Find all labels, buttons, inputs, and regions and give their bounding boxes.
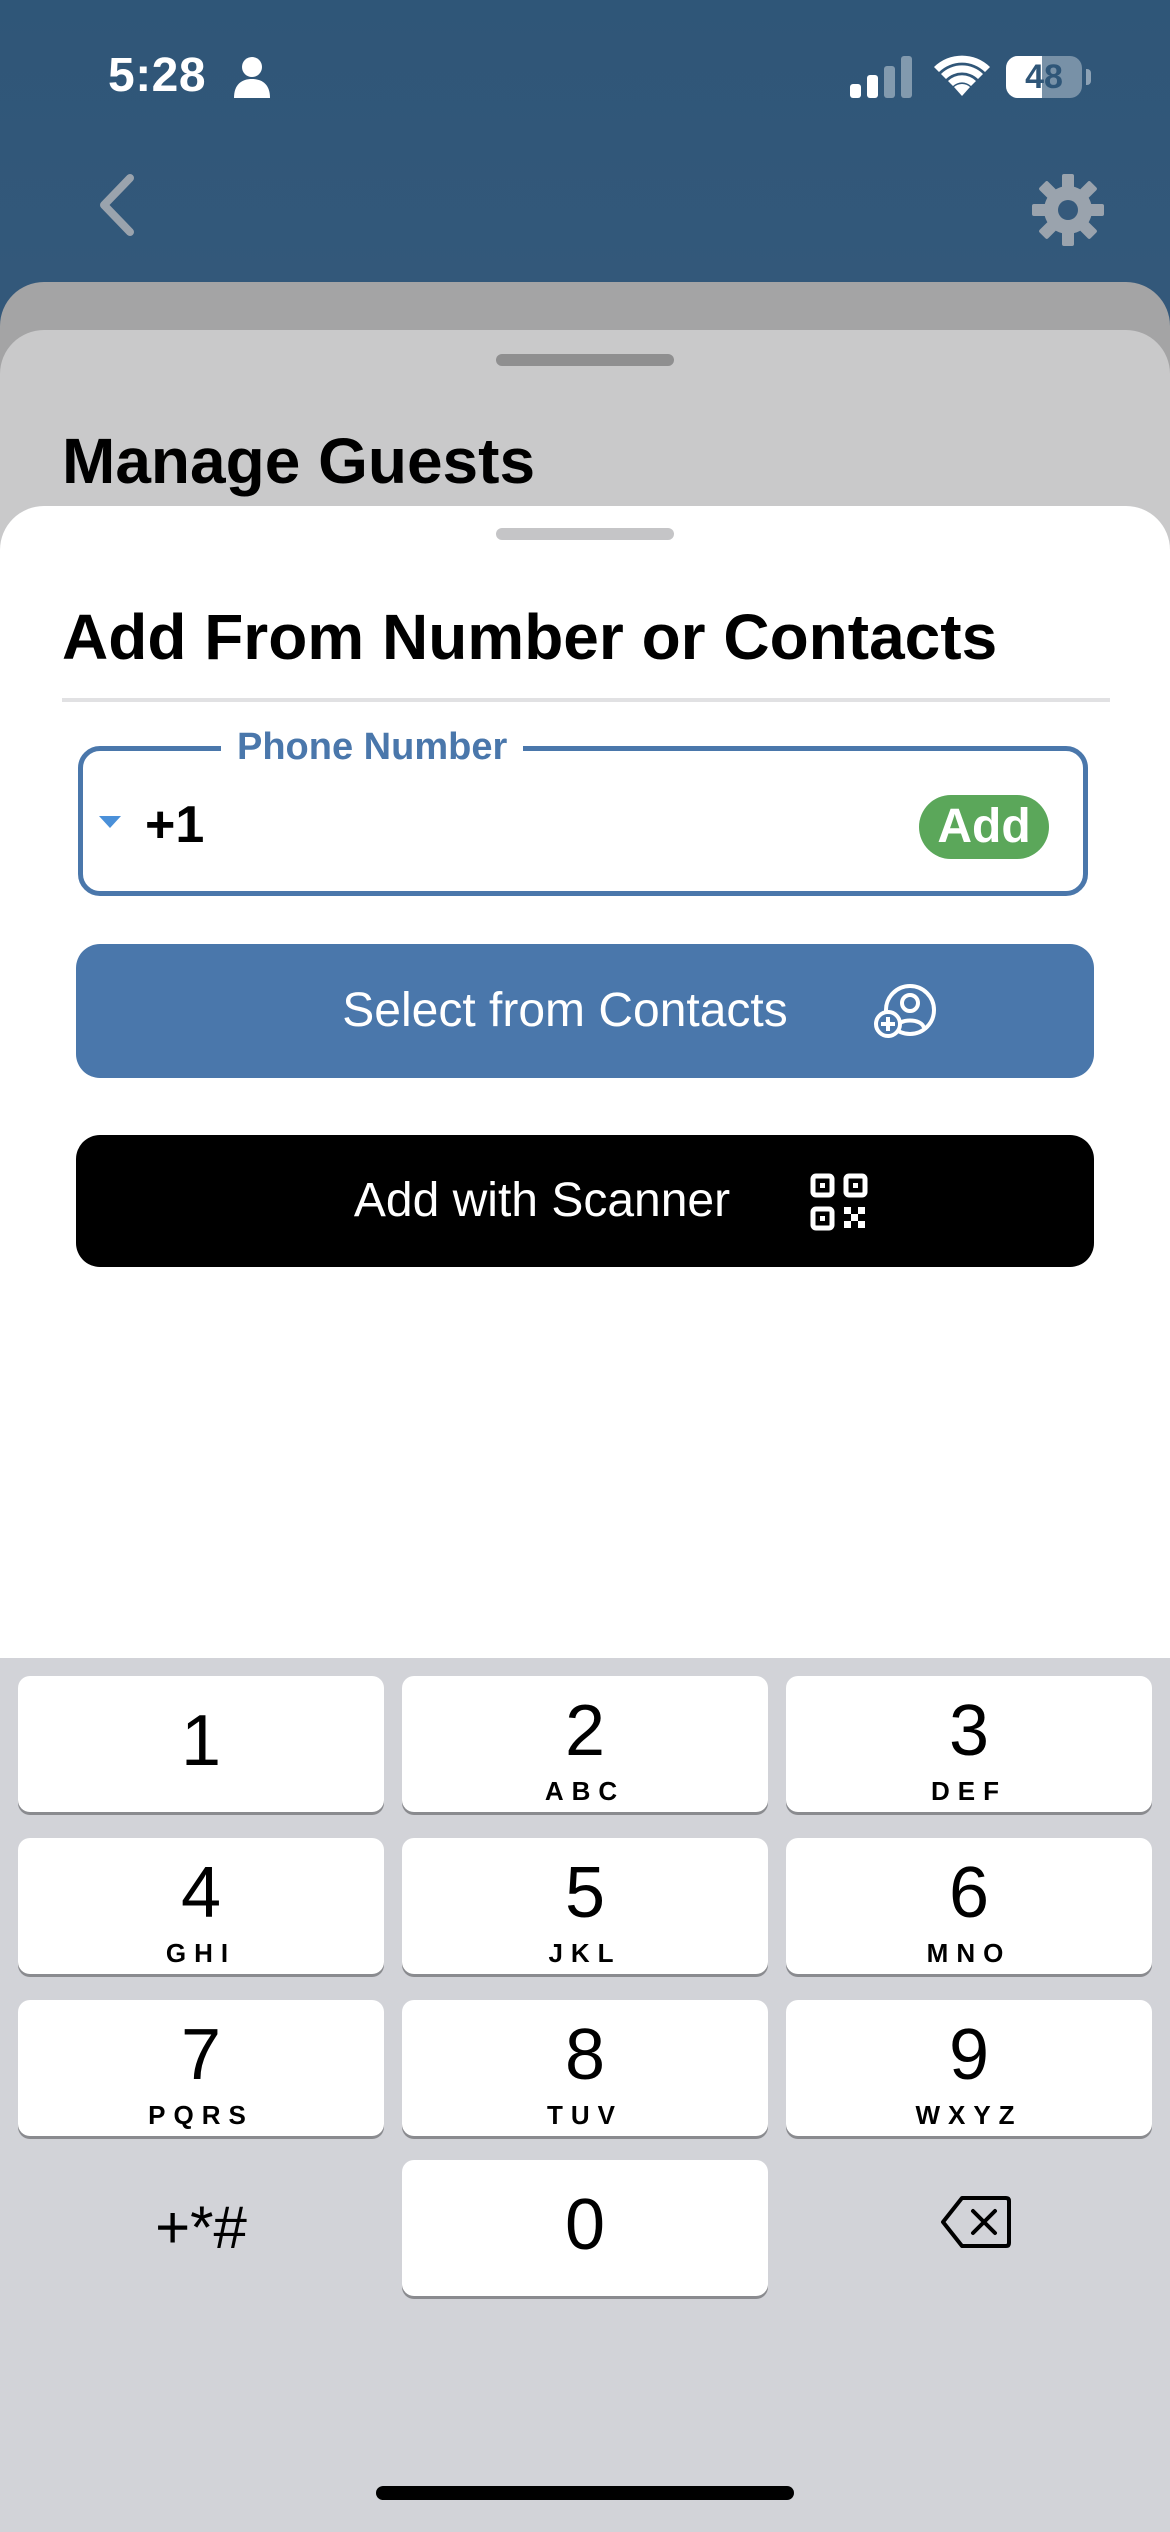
key-3[interactable]: 3 DEF [786,1676,1152,1812]
home-indicator[interactable] [376,2486,794,2500]
gear-icon[interactable] [1030,172,1106,248]
key-4[interactable]: 4 GHI [18,1838,384,1974]
key-6[interactable]: 6 MNO [786,1838,1152,1974]
person-icon [234,57,270,98]
phone-number-label: Phone Number [221,721,524,773]
battery-level: 48 [1025,58,1063,96]
scanner-button-label: Add with Scanner [353,1174,731,1227]
key-1[interactable]: 1 [18,1676,384,1812]
add-contact-icon [874,984,936,1038]
manage-guests-title: Manage Guests [62,425,536,497]
chevron-left-icon[interactable] [94,172,140,238]
phone-number-field[interactable]: Phone Number +1 Add [78,721,1088,896]
backspace-icon[interactable] [940,2194,1012,2250]
sheet-title: Add From Number or Contacts [62,601,998,673]
key-8[interactable]: 8 TUV [402,2000,768,2136]
numeric-keypad: 1 2 ABC 3 DEF 4 GHI 5 JKL 6 MNO 7 PQRS 8… [0,1658,1170,2532]
symbols-key[interactable]: +*# [18,2160,384,2296]
caret-down-icon[interactable] [97,813,123,831]
add-number-button[interactable]: Add [919,795,1049,859]
qr-code-icon [810,1173,868,1231]
add-guest-sheet [0,506,1170,1706]
sheet-grabber[interactable] [496,528,674,540]
cellular-signal-icon [850,56,912,98]
contacts-button-label: Select from Contacts [342,984,788,1037]
status-bar: 5:28 48 [0,0,1170,150]
key-7[interactable]: 7 PQRS [18,2000,384,2136]
key-0[interactable]: 0 [402,2160,768,2296]
select-from-contacts-button[interactable]: Select from Contacts [76,944,1094,1078]
divider [62,698,1110,702]
add-with-scanner-button[interactable]: Add with Scanner [76,1135,1094,1267]
battery-indicator: 48 [1006,56,1091,98]
country-code[interactable]: +1 [145,795,204,855]
sheet-grabber[interactable] [496,354,674,366]
wifi-icon [934,55,990,96]
key-2[interactable]: 2 ABC [402,1676,768,1812]
status-time: 5:28 [108,49,207,102]
key-9[interactable]: 9 WXYZ [786,2000,1152,2136]
key-5[interactable]: 5 JKL [402,1838,768,1974]
